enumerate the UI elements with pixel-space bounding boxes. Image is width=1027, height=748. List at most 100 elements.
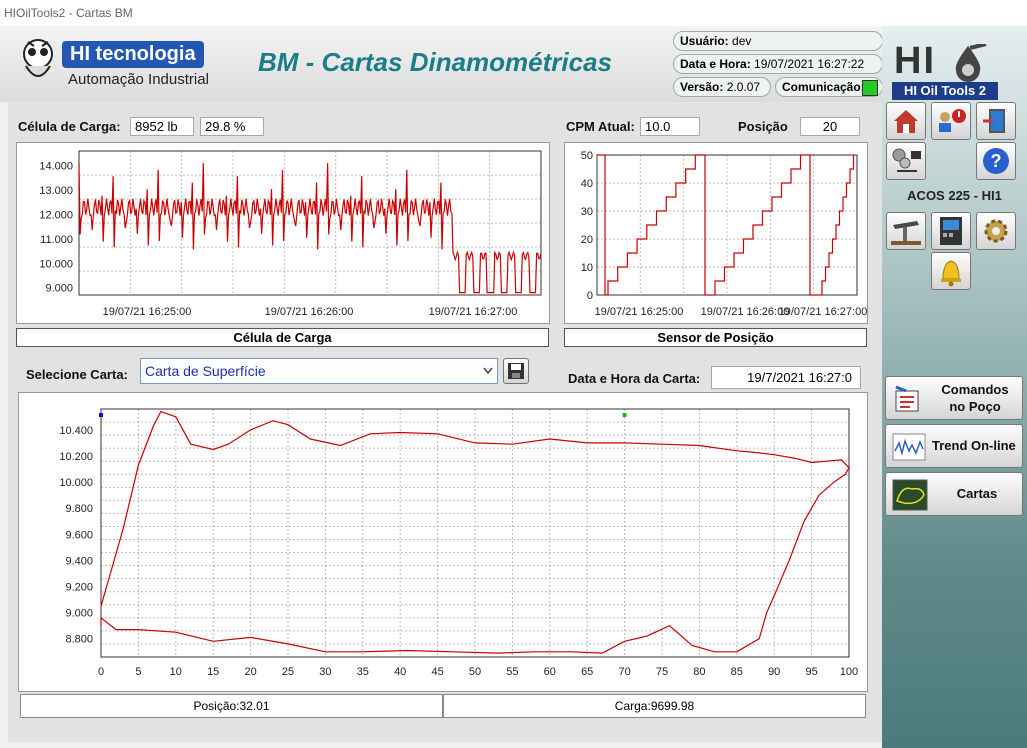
x-tick-label: 5: [135, 666, 141, 678]
version-label: Versão:: [680, 80, 724, 94]
side-panel: HI HI Oil Tools 2 ? ACOS 225 - HI1 Coman…: [882, 26, 1027, 748]
y-tick-label: 8.800: [65, 634, 93, 646]
datetime-label: Data e Hora:: [680, 57, 751, 71]
nav-well-commands-label: Comandos no Poço: [941, 382, 1009, 414]
user-field: Usuário: dev: [673, 31, 883, 51]
y-tick-label: 10.400: [59, 425, 93, 437]
version-value: 2.0.07: [726, 80, 761, 94]
help-button[interactable]: ?: [976, 142, 1016, 180]
brand-logo-text: HI Oil Tools 2: [892, 82, 998, 100]
position-chart: 50 40 30 20 10 019/07/21 16:25:00 19/07/21 16:…: [564, 142, 868, 324]
y-tick-label: 10: [581, 262, 593, 274]
surface-card-chart: 10.400 10.200 10.000 9.800 9.600 9.400 9.200 9.…: [18, 392, 868, 692]
x-tick-label: 55: [506, 666, 518, 678]
y-tick-label: 10.200: [59, 451, 93, 463]
x-tick-label: 10: [170, 666, 182, 678]
pump-jack-button[interactable]: [886, 212, 926, 250]
x-tick-label: 19/07/21 16:25:00: [103, 306, 192, 318]
window-title-bar: HIOilTools2 - Cartas BM: [0, 0, 1027, 26]
dynamometer-card-icon: [892, 479, 928, 511]
x-tick-label: 45: [431, 666, 443, 678]
company-logo: HI tecnologia: [62, 41, 204, 68]
x-tick-label: 25: [282, 666, 294, 678]
help-icon: ?: [983, 148, 1009, 174]
oil-drop-gear-icon: [955, 44, 987, 82]
position-label: Posição: [738, 119, 788, 134]
user-value: dev: [732, 34, 752, 48]
y-tick-label: 9.400: [65, 555, 93, 567]
card-position-status: Posição:32.01: [20, 694, 443, 718]
marker-start: [99, 413, 103, 417]
config-button[interactable]: [886, 142, 926, 180]
y-tick-label: 9.000: [45, 283, 73, 295]
bell-icon: [941, 260, 961, 287]
load-cell-caption: Célula de Carga: [16, 328, 549, 347]
y-tick-label: 13.000: [39, 185, 73, 197]
load-cell-label: Célula de Carga:: [18, 119, 121, 134]
controller-panel-icon: [940, 217, 962, 245]
main-content: Célula de Carga: 8952 lb 29.8 % CPM Atua…: [8, 102, 882, 742]
x-tick-label: 19/07/21 16:27:00: [429, 306, 518, 318]
chevron-down-icon: [483, 367, 493, 375]
y-tick-label: 30: [581, 206, 593, 218]
x-tick-label: 19/07/21 16:26:00: [265, 306, 354, 318]
nav-trend-online[interactable]: Trend On-line: [885, 424, 1023, 468]
position-series-line: [597, 154, 855, 296]
user-label: Usuário:: [680, 34, 729, 48]
load-cell-percent: 29.8 %: [200, 117, 264, 136]
exit-door-icon: [983, 109, 1005, 133]
x-tick-label: 95: [805, 666, 817, 678]
position-caption: Sensor de Posição: [564, 328, 867, 347]
y-tick-label: 10.000: [59, 477, 93, 489]
alarm-button[interactable]: [931, 252, 971, 290]
nav-cards[interactable]: Cartas: [885, 472, 1023, 516]
load-cell-value: 8952 lb: [130, 117, 194, 136]
y-tick-label: 14.000: [39, 161, 73, 173]
home-icon: [894, 110, 918, 133]
page-title: BM - Cartas Dinamométricas: [258, 47, 612, 77]
floppy-disk-icon: [508, 363, 524, 379]
x-tick-label: 30: [319, 666, 331, 678]
company-subtitle: Automação Industrial: [68, 71, 209, 88]
x-tick-label: 100: [840, 666, 858, 678]
y-tick-label: 9.200: [65, 582, 93, 594]
load-series-line: [78, 163, 542, 294]
x-tick-label: 50: [469, 666, 481, 678]
card-datetime-value: 19/7/2021 16:27:0: [711, 366, 861, 389]
gears-computer-icon: [892, 148, 921, 172]
datetime-field: Data e Hora: 19/07/2021 16:27:22: [673, 54, 883, 74]
x-tick-label: 90: [768, 666, 780, 678]
nav-well-commands[interactable]: Comandos no Poço: [885, 376, 1023, 420]
users-power-icon: [939, 109, 966, 132]
cpm-value: 10.0: [640, 117, 700, 136]
communication-status-indicator: [862, 80, 878, 96]
y-tick-label: 9.800: [65, 503, 93, 515]
window-title: HIOilTools2 - Cartas BM: [4, 6, 133, 20]
x-tick-label: 80: [693, 666, 705, 678]
x-tick-label: 19/07/21 16:25:00: [595, 306, 684, 318]
y-tick-label: 9.600: [65, 529, 93, 541]
brand-logo: HI HI Oil Tools 2: [892, 38, 1002, 108]
well-name: ACOS 225 - HI1: [907, 188, 1002, 203]
card-select-dropdown[interactable]: Carta de Superfície: [140, 358, 498, 384]
x-tick-label: 20: [244, 666, 256, 678]
marker-current: [622, 413, 627, 417]
communication-label: Comunicação:: [782, 80, 865, 94]
home-button[interactable]: [886, 102, 926, 140]
card-select-label: Selecione Carta:: [26, 367, 128, 382]
commands-icon: [895, 385, 919, 412]
x-tick-label: 19/07/21 16:26:00: [701, 306, 790, 318]
x-tick-label: 60: [544, 666, 556, 678]
controller-button[interactable]: [931, 212, 971, 250]
settings-button[interactable]: [976, 212, 1016, 250]
y-tick-label: 0: [587, 290, 593, 302]
save-card-button[interactable]: [503, 358, 529, 384]
logout-button[interactable]: [931, 102, 971, 140]
exit-button[interactable]: [976, 102, 1016, 140]
y-tick-label: 11.000: [40, 234, 73, 246]
x-tick-label: 85: [731, 666, 743, 678]
y-tick-label: 40: [581, 178, 593, 190]
y-tick-label: 10.000: [39, 258, 73, 270]
cpm-label: CPM Atual:: [566, 119, 635, 134]
y-tick-label: 20: [581, 234, 593, 246]
